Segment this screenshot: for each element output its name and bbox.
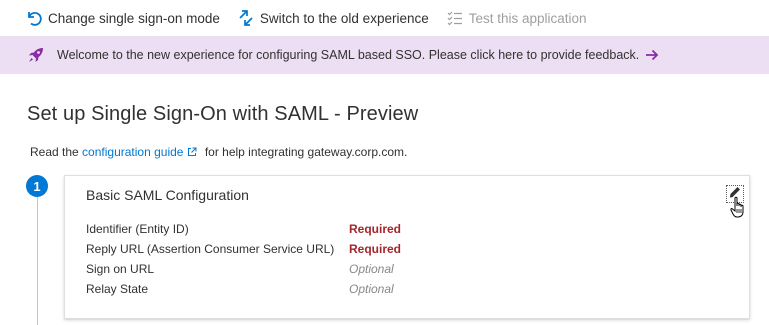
external-link-icon — [187, 146, 197, 160]
switch-old-experience-label: Switch to the old experience — [259, 10, 429, 26]
saml-fields-list: Identifier (Entity ID) Required Reply UR… — [86, 219, 401, 299]
configuration-guide-link[interactable]: configuration guide — [82, 145, 183, 159]
field-status: Optional — [349, 262, 394, 276]
undo-icon — [26, 10, 42, 26]
field-row-reply-url: Reply URL (Assertion Consumer Service UR… — [86, 239, 401, 259]
field-status: Required — [349, 222, 402, 236]
feedback-banner[interactable]: Welcome to the new experience for config… — [0, 36, 769, 74]
field-row-sign-on-url: Sign on URL Optional — [86, 259, 401, 279]
field-label: Sign on URL — [86, 262, 155, 276]
hand-cursor-icon — [729, 196, 749, 220]
test-application-label: Test this application — [468, 10, 587, 26]
arrow-right-icon — [645, 49, 659, 61]
switch-old-experience-button[interactable]: Switch to the old experience — [238, 10, 429, 26]
switch-arrows-icon — [238, 10, 254, 26]
change-sso-mode-button[interactable]: Change single sign-on mode — [26, 10, 220, 26]
intro-suffix: for help integrating gateway.corp.com. — [204, 145, 408, 159]
field-row-relay-state: Relay State Optional — [86, 279, 401, 299]
field-status: Required — [349, 242, 402, 256]
intro-text: Read the configuration guide for help in… — [30, 145, 407, 160]
banner-message: Welcome to the new experience for config… — [57, 48, 640, 62]
test-application-button[interactable]: Test this application — [447, 10, 587, 26]
rocket-icon — [27, 46, 45, 64]
field-status: Optional — [349, 282, 394, 296]
page-title: Set up Single Sign-On with SAML - Previe… — [27, 103, 419, 125]
field-label: Relay State — [86, 282, 149, 296]
intro-prefix: Read the — [30, 145, 79, 159]
field-label: Reply URL (Assertion Consumer Service UR… — [86, 242, 335, 256]
basic-saml-configuration-card: Basic SAML Configuration Identifier (Ent… — [64, 175, 750, 319]
field-row-identifier: Identifier (Entity ID) Required — [86, 219, 401, 239]
card-title: Basic SAML Configuration — [86, 187, 249, 203]
field-label: Identifier (Entity ID) — [86, 222, 189, 236]
step-number-badge: 1 — [26, 175, 48, 197]
change-sso-mode-label: Change single sign-on mode — [48, 10, 220, 26]
command-bar: Change single sign-on mode Switch to the… — [0, 0, 769, 36]
step-connector-line — [37, 194, 38, 325]
checklist-icon — [447, 10, 463, 26]
